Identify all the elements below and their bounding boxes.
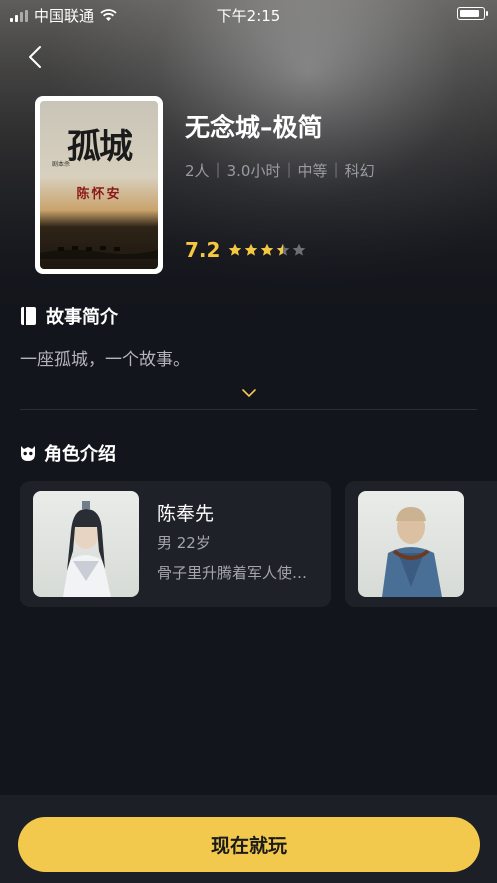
character-illustration: [63, 501, 111, 597]
meta-separator: |: [286, 160, 292, 178]
rating-row: 7.2: [185, 238, 306, 262]
battery-icon: [457, 7, 488, 20]
game-title: 无念城–极简: [185, 113, 323, 142]
cover-image: 孤城 剧本杀 陈怀安: [40, 101, 158, 269]
meta-separator: |: [215, 160, 221, 178]
synopsis-title: 故事简介: [46, 307, 118, 328]
section-divider: [20, 409, 477, 410]
play-now-button[interactable]: 现在就玩: [18, 817, 480, 872]
characters-header: 角色介绍: [20, 440, 116, 466]
character-card[interactable]: 陈奉先 男 22岁 骨子里升腾着军人使…: [20, 481, 331, 607]
game-cover: 孤城 剧本杀 陈怀安: [35, 96, 163, 274]
star-icon: [229, 243, 242, 256]
chevron-down-icon: [242, 389, 256, 398]
meta-difficulty: 中等: [297, 162, 328, 180]
character-card[interactable]: [345, 481, 497, 607]
mask-icon: [21, 446, 35, 461]
camel-caravan-graphic: [40, 246, 158, 259]
meta-players: 2人: [185, 162, 210, 180]
cover-author: 陈怀安: [76, 187, 122, 202]
star-icon: [261, 243, 274, 256]
play-now-label: 现在就玩: [210, 835, 287, 857]
star-icon: [293, 243, 306, 256]
character-name: 陈奉先: [157, 503, 215, 525]
book-icon: [21, 307, 36, 325]
meta-duration: 3.0小时: [226, 162, 281, 180]
meta-genre: 科幻: [344, 162, 375, 180]
synopsis-header: 故事简介: [20, 303, 118, 329]
chevron-left-icon: [29, 46, 41, 68]
expand-synopsis-button[interactable]: [241, 383, 257, 402]
character-portrait: [358, 491, 464, 597]
star-rating: [228, 243, 306, 257]
character-portrait: [33, 491, 139, 597]
character-description: 骨子里升腾着军人使…: [157, 564, 308, 582]
back-button[interactable]: [22, 42, 50, 72]
star-icon: [245, 243, 258, 256]
game-meta: 2人 | 3.0小时 | 中等 | 科幻: [185, 160, 375, 181]
meta-separator: |: [333, 160, 339, 178]
character-illustration: [382, 507, 442, 597]
status-bar: 中国联通 下午2:15: [0, 0, 497, 28]
status-time: 下午2:15: [216, 7, 281, 25]
rating-value: 7.2: [185, 238, 221, 262]
battery-fill: [460, 10, 479, 17]
character-info: 男 22岁: [157, 534, 211, 552]
synopsis-text: 一座孤城，一个故事。: [20, 350, 190, 370]
cover-subtitle: 剧本杀: [52, 161, 71, 168]
characters-title: 角色介绍: [44, 444, 116, 465]
star-icon: [277, 243, 290, 256]
